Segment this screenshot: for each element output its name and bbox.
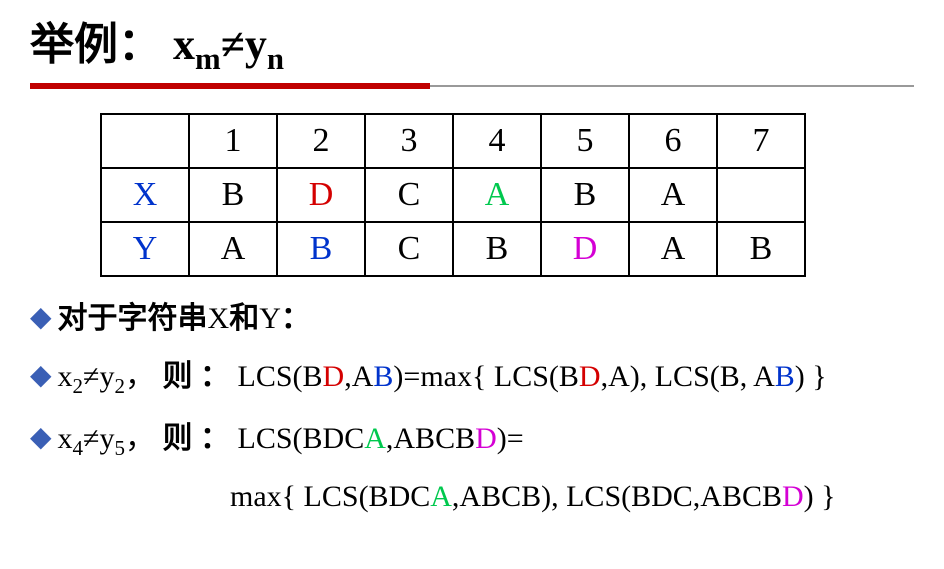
b2-ab-b: B	[373, 360, 393, 393]
b2-close: )	[393, 360, 403, 393]
b3-comma: ，	[125, 422, 155, 455]
b3-sx: 4	[73, 436, 84, 460]
bullet-2: ◆ x2≠y2， 则 ： LCS(BD,AB)=max{ LCS(BD,A), …	[30, 357, 914, 400]
b3-y: y	[100, 422, 115, 455]
sequence-table: 1 2 3 4 5 6 7 X B D C A B A Y A B C B D …	[100, 113, 806, 277]
b4-d1: D	[782, 480, 804, 513]
diamond-icon: ◆	[30, 299, 52, 337]
cell-x3: C	[365, 168, 453, 222]
title-m: m	[195, 42, 221, 76]
b2-eqmax: =max{	[403, 360, 493, 393]
b3-x: x	[58, 422, 73, 455]
b3-a-green: A	[364, 422, 386, 455]
cell-h1: 1	[189, 114, 277, 168]
cell-h4: 4	[453, 114, 541, 168]
cell-y-label: Y	[101, 222, 189, 276]
b3-close-eq: )=	[497, 422, 524, 455]
b2-sx: 2	[73, 374, 84, 398]
b2-c2: ,A), LCS(B, A	[601, 360, 775, 393]
b3-ze: 则 ：	[163, 422, 231, 455]
b2-ne: ≠	[83, 360, 99, 393]
b1-kai-b: 和	[229, 302, 259, 335]
title-y: y	[245, 20, 267, 69]
b4-tail: ) }	[804, 480, 836, 513]
title-prefix: 举例：	[30, 20, 162, 69]
b1-y: Y	[259, 302, 281, 335]
cell-y1: A	[189, 222, 277, 276]
b2-ze: 则 ：	[163, 360, 231, 393]
b1-kai-a: 对于字符串	[58, 302, 208, 335]
title-n: n	[267, 42, 284, 76]
b1-x: X	[208, 302, 230, 335]
b3-lcs-open: LCS(BDC	[238, 422, 365, 455]
b2-ab-a: A	[352, 360, 374, 393]
b2-bd-b: B	[303, 360, 323, 393]
cell-blank	[101, 114, 189, 168]
bullet-3: ◆ x4≠y5， 则 ： LCS(BDCA,ABCBD)=	[30, 419, 914, 462]
cell-y4: B	[453, 222, 541, 276]
table-row: Y A B C B D A B	[101, 222, 805, 276]
b2-bd2-d: D	[579, 360, 601, 393]
b3-ne: ≠	[83, 422, 99, 455]
title-rule	[30, 83, 914, 89]
b3-mid: ,ABCB	[386, 422, 475, 455]
b2-l2: LCS(	[494, 360, 559, 393]
b2-ab2-b: B	[775, 360, 795, 393]
slide-title: 举例： xm≠yn	[30, 8, 914, 77]
cell-h2: 2	[277, 114, 365, 168]
table-row: X B D C A B A	[101, 168, 805, 222]
b2-tail: ) }	[795, 360, 827, 393]
cell-y7: B	[717, 222, 805, 276]
cell-x1: B	[189, 168, 277, 222]
b1-colon: ：	[281, 302, 311, 335]
b3-d-mag: D	[475, 422, 497, 455]
cell-y3: C	[365, 222, 453, 276]
b2-bd-d: D	[323, 360, 345, 393]
cell-h6: 6	[629, 114, 717, 168]
diamond-icon: ◆	[30, 419, 52, 457]
b2-sy: 2	[115, 374, 126, 398]
cell-x4: A	[453, 168, 541, 222]
b2-x: x	[58, 360, 73, 393]
bullet-1: ◆ 对于字符串X和Y：	[30, 299, 914, 340]
b3-sy: 5	[115, 436, 126, 460]
cell-y2: B	[277, 222, 365, 276]
table-row: 1 2 3 4 5 6 7	[101, 114, 805, 168]
cell-h7: 7	[717, 114, 805, 168]
cell-x5: B	[541, 168, 629, 222]
cell-h5: 5	[541, 114, 629, 168]
cell-y6: A	[629, 222, 717, 276]
b2-comma2: ,	[344, 360, 352, 393]
cell-x7	[717, 168, 805, 222]
b2-bd2-b: B	[559, 360, 579, 393]
diamond-icon: ◆	[30, 357, 52, 395]
cell-h3: 3	[365, 114, 453, 168]
b2-lcs-open: LCS(	[238, 360, 303, 393]
title-ne: ≠	[221, 20, 245, 69]
cell-x-label: X	[101, 168, 189, 222]
b4-mid1: ,ABCB), LCS(BDC,ABCB	[452, 480, 782, 513]
cell-x2: D	[277, 168, 365, 222]
cell-y5: D	[541, 222, 629, 276]
rule-grey	[430, 85, 914, 87]
b2-y: y	[100, 360, 115, 393]
cell-x6: A	[629, 168, 717, 222]
b4-pre: max{ LCS(BDC	[230, 480, 430, 513]
title-x: x	[173, 20, 195, 69]
rule-red	[30, 83, 430, 89]
b4-a1: A	[430, 480, 452, 513]
b2-comma: ，	[125, 360, 155, 393]
bullet-3-cont: max{ LCS(BDCA,ABCB), LCS(BDC,ABCBD) }	[230, 480, 914, 514]
